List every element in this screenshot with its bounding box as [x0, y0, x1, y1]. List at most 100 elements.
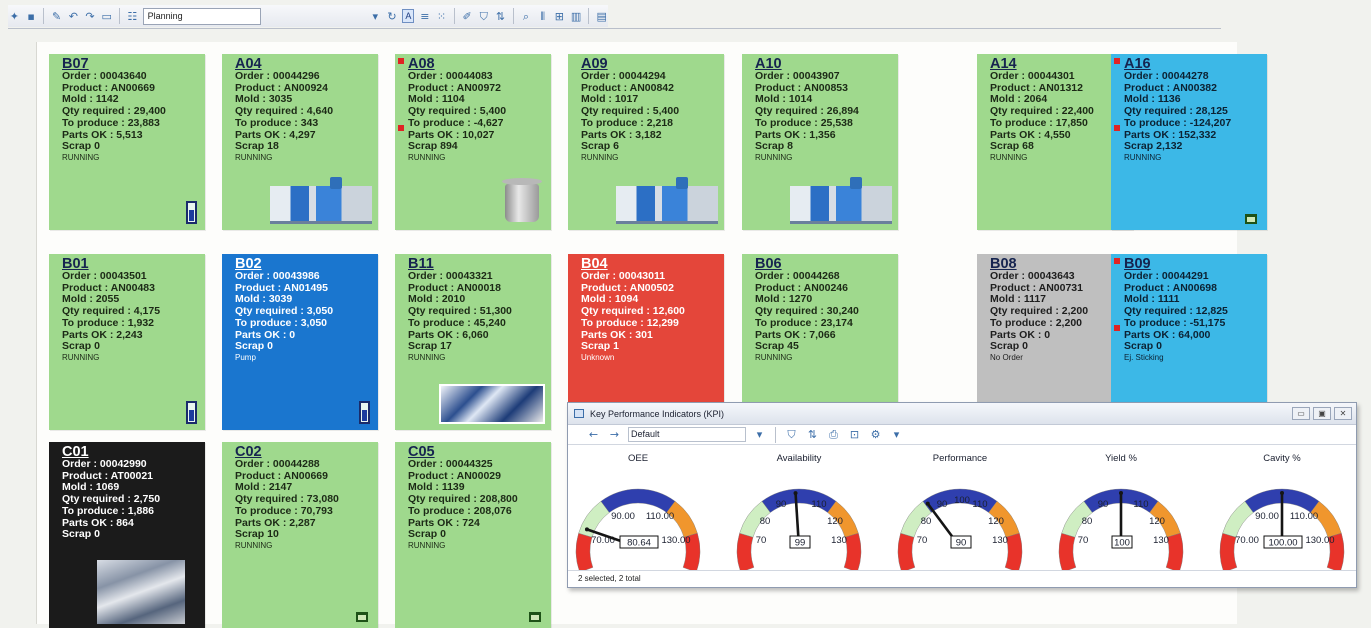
- gauge-min-label: 70.00: [1235, 535, 1259, 546]
- forward-icon[interactable]: →: [607, 427, 622, 442]
- gauge-needle-tip: [584, 527, 589, 532]
- align-icon[interactable]: ≡: [418, 9, 431, 24]
- gauge-tick-label: 80: [760, 516, 771, 527]
- machine-code[interactable]: A04: [235, 57, 378, 72]
- gauge-tick-label: 90.00: [611, 511, 635, 522]
- maximize-button[interactable]: ▣: [1313, 407, 1331, 420]
- machine-tile[interactable]: B01 Order : 00043501 Product : AN00483 Mold…: [49, 254, 205, 430]
- tile-status: RUNNING: [408, 540, 446, 550]
- report-icon[interactable]: ▤: [595, 9, 608, 24]
- tile-order: Order : 00044288: [235, 458, 320, 470]
- machine-code[interactable]: C05: [408, 445, 551, 460]
- machine-code[interactable]: B11: [408, 257, 551, 272]
- gauge-max-label: 130: [992, 535, 1008, 546]
- machine-tile[interactable]: A16 Order : 00044278 Product : AN00382 Mold…: [1111, 54, 1267, 230]
- text-toggle[interactable]: A: [402, 9, 415, 23]
- dropdown-icon[interactable]: ▾: [752, 427, 767, 442]
- view-icon[interactable]: ☷: [126, 9, 139, 24]
- more-icon[interactable]: ▾: [889, 427, 904, 442]
- machine-code[interactable]: A09: [581, 57, 724, 72]
- export-icon[interactable]: ⊡: [847, 427, 862, 442]
- gauge-value: 99: [795, 538, 806, 549]
- machine-code[interactable]: C02: [235, 445, 378, 460]
- grid-icon[interactable]: ⁙: [435, 9, 448, 24]
- view-select[interactable]: Planning: [142, 7, 261, 25]
- tile-produce: To produce : -51,175: [1124, 316, 1226, 329]
- machine-code[interactable]: B02: [235, 257, 378, 272]
- gauge-band-red: [897, 532, 916, 573]
- sort-icon[interactable]: ⇅: [805, 427, 820, 442]
- machine-code[interactable]: C01: [62, 445, 205, 460]
- chart-icon[interactable]: ▥: [570, 9, 583, 24]
- tile-scrap: Scrap 45: [755, 340, 799, 353]
- tile-status: RUNNING: [755, 352, 793, 362]
- level-indicator-icon: [186, 401, 197, 424]
- minimize-button[interactable]: ▭: [1292, 407, 1310, 420]
- edit-icon[interactable]: ✎: [50, 9, 63, 24]
- machine-code[interactable]: A16: [1124, 57, 1267, 72]
- kpi-gauges-svg: OEE 70.00 130.00 90.00 110.00 80.64 Availabili…: [575, 453, 1345, 573]
- refresh-icon[interactable]: ↻: [386, 9, 399, 24]
- gauge-tick-label: 110: [811, 499, 826, 510]
- tile-order: Order : 00043986: [235, 270, 320, 282]
- back-icon[interactable]: ←: [586, 427, 601, 442]
- machine-code[interactable]: B01: [62, 257, 205, 272]
- settings-icon[interactable]: ⚙: [868, 427, 883, 442]
- sort-icon[interactable]: ⇅: [494, 9, 507, 24]
- machine-tile[interactable]: B02 Order : 00043986 Product : AN01495 Mold…: [222, 254, 378, 430]
- machine-code[interactable]: B04: [581, 257, 724, 272]
- machine-tile[interactable]: A09 Order : 00044294 Product : AN00842 Mold…: [568, 54, 724, 230]
- machine-code[interactable]: A10: [755, 57, 898, 72]
- close-button[interactable]: ✕: [1334, 407, 1352, 420]
- tile-status: RUNNING: [755, 152, 793, 162]
- redo-icon[interactable]: ↷: [84, 9, 97, 24]
- tile-produce: To produce : -124,207: [1124, 116, 1232, 129]
- filter-icon[interactable]: ⛉: [477, 9, 490, 24]
- tile-scrap: Scrap 1: [581, 340, 619, 353]
- tile-status: RUNNING: [62, 352, 100, 362]
- kpi-window-titlebar[interactable]: Key Performance Indicators (KPI) ▭ ▣ ✕: [568, 403, 1356, 425]
- filter-icon[interactable]: ⛉: [784, 427, 799, 442]
- window-icon[interactable]: ▭: [100, 9, 113, 24]
- machine-photo: [439, 384, 545, 424]
- machine-tile[interactable]: C02 Order : 00044288 Product : AN00669 Mold…: [222, 442, 378, 628]
- print-icon[interactable]: ⎙: [826, 427, 841, 442]
- machine-code[interactable]: B06: [755, 257, 898, 272]
- kpi-toolbar: ← → Default ▾ ⛉ ⇅ ⎙ ⊡ ⚙ ▾: [568, 425, 1356, 445]
- alert-flag-icon: [1114, 258, 1120, 264]
- cart-icon: [1245, 214, 1257, 224]
- machine-tile[interactable]: A14 Order : 00044301 Product : AN01312 Mold…: [977, 54, 1133, 230]
- machine-code[interactable]: B07: [62, 57, 205, 72]
- dropdown-icon[interactable]: ▾: [369, 9, 382, 24]
- tile-order: Order : 00043907: [755, 70, 840, 82]
- machine-code[interactable]: B09: [1124, 257, 1267, 272]
- save-icon[interactable]: ▪: [25, 9, 38, 24]
- gauge-max-label: 130: [1153, 535, 1169, 546]
- machine-tile[interactable]: A10 Order : 00043907 Product : AN00853 Mold…: [742, 54, 898, 230]
- machine-code[interactable]: A08: [408, 57, 551, 72]
- tile-status: RUNNING: [235, 540, 273, 550]
- new-icon[interactable]: ✦: [8, 9, 21, 24]
- tile-status: RUNNING: [408, 352, 446, 362]
- machine-tile[interactable]: B11 Order : 00043321 Product : AN00018 Mold…: [395, 254, 551, 430]
- machine-tile[interactable]: C05 Order : 00044325 Product : AN00029 Mold…: [395, 442, 551, 628]
- tile-order: Order : 00042990: [62, 458, 147, 470]
- gauge-needle-tip: [925, 501, 930, 506]
- tile-scrap: Scrap 18: [235, 140, 279, 153]
- machine-tile[interactable]: B07 Order : 00043640 Product : AN00669 Mold…: [49, 54, 205, 230]
- gauge-needle-tip: [793, 491, 798, 496]
- tile-order: Order : 00044325: [408, 458, 493, 470]
- zoom-icon[interactable]: ⌕: [520, 9, 533, 24]
- undo-icon[interactable]: ↶: [67, 9, 80, 24]
- tiles-icon[interactable]: ⊞: [553, 9, 566, 24]
- tile-status: RUNNING: [408, 152, 446, 162]
- tile-scrap: Scrap 2,132: [1124, 140, 1183, 153]
- pen-icon[interactable]: ✐: [461, 9, 474, 24]
- machine-tile[interactable]: A04 Order : 00044296 Product : AN00924 Mold…: [222, 54, 378, 230]
- columns-icon[interactable]: ⦀: [536, 9, 549, 24]
- gauge-needle-tip: [1119, 491, 1123, 495]
- kpi-status-bar: 2 selected, 2 total: [568, 570, 1356, 587]
- machine-tile[interactable]: A08 Order : 00044083 Product : AN00972 Mold…: [395, 54, 551, 230]
- preset-select[interactable]: Default: [628, 427, 746, 442]
- machine-tile[interactable]: C01 Order : 00042990 Product : AT00021 Mold…: [49, 442, 205, 628]
